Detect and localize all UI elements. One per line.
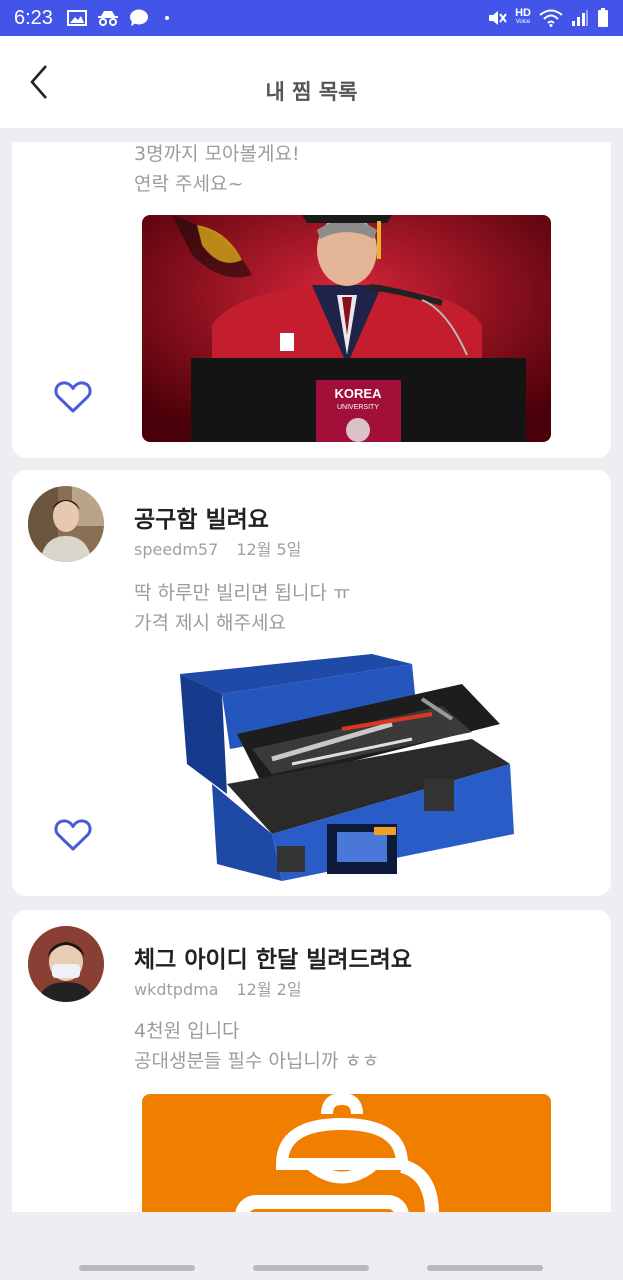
nav-handle[interactable] [79,1265,195,1271]
post-title: 공구함 빌려요 [134,507,269,533]
dot-icon [164,16,169,20]
study-lamp-logo[interactable] [142,1094,551,1212]
graduation-speech-photo[interactable]: KOREA UNIVERSITY [142,215,551,442]
svg-text:KOREA: KOREA [335,386,383,401]
post-title: 체그 아이디 한달 빌려드려요 [134,947,412,973]
nav-handle[interactable] [253,1265,369,1271]
page-title: 내 찜 목록 [265,80,358,104]
favorite-button[interactable] [54,818,92,852]
heart-outline-icon [54,819,92,851]
post-body: 3명까지 모아볼게요! 연락 주세요~ [134,142,300,199]
favorites-list[interactable]: 3명까지 모아볼게요! 연락 주세요~ KOREA UNIVERSITY 공구함… [0,142,623,1212]
incognito-icon [97,11,118,26]
post-body-line: 4천원 입니다 [134,1020,240,1042]
status-time: 6:23 [14,6,53,29]
post-body: 4천원 입니다 공대생분들 필수 아닙니까 ㅎㅎ [134,1016,379,1076]
signal-icon [572,10,588,26]
post-body-line: 3명까지 모아볼게요! [134,143,300,165]
post-body-line: 딱 하루만 빌리면 됩니다 ㅠ [134,582,351,604]
post-meta: wkdtpdma 12월 2일 [134,976,302,1000]
voice-label: Voice [515,19,531,25]
post-card[interactable]: 3명까지 모아볼게요! 연락 주세요~ KOREA UNIVERSITY [12,142,611,458]
avatar[interactable] [28,486,104,562]
image-icon [66,10,87,26]
svg-text:UNIVERSITY: UNIVERSITY [337,404,379,411]
toolbox-photo[interactable] [142,654,551,881]
hd-voice-label: HD Voice [515,8,531,27]
heart-outline-icon [54,381,92,413]
post-body-line: 연락 주세요~ [134,173,244,195]
post-meta: speedm57 12월 5일 [134,536,301,560]
chat-bubble-icon [129,9,148,26]
app-bar: 내 찜 목록 [0,36,623,128]
avatar[interactable] [28,926,104,1002]
battery-icon [598,8,608,27]
post-date: 12월 2일 [236,980,302,999]
wifi-icon [539,9,563,27]
post-author: speedm57 [134,540,219,559]
system-nav-bar [0,1212,623,1280]
mute-icon [489,11,507,25]
nav-handle[interactable] [427,1265,543,1271]
post-date: 12월 5일 [236,540,302,559]
post-body-line: 공대생분들 필수 아닙니까 ㅎㅎ [134,1050,380,1072]
status-bar: 6:23 HD Voice [0,0,623,36]
post-card[interactable]: 공구함 빌려요 speedm57 12월 5일 딱 하루만 빌리면 됩니다 ㅠ 가… [12,470,611,896]
post-body-line: 가격 제시 해주세요 [134,612,286,634]
post-card[interactable]: 체그 아이디 한달 빌려드려요 wkdtpdma 12월 2일 4천원 입니다 공… [12,910,611,1212]
favorite-button[interactable] [54,380,92,414]
post-body: 딱 하루만 빌리면 됩니다 ㅠ 가격 제시 해주세요 [134,578,350,638]
post-author: wkdtpdma [134,980,219,999]
